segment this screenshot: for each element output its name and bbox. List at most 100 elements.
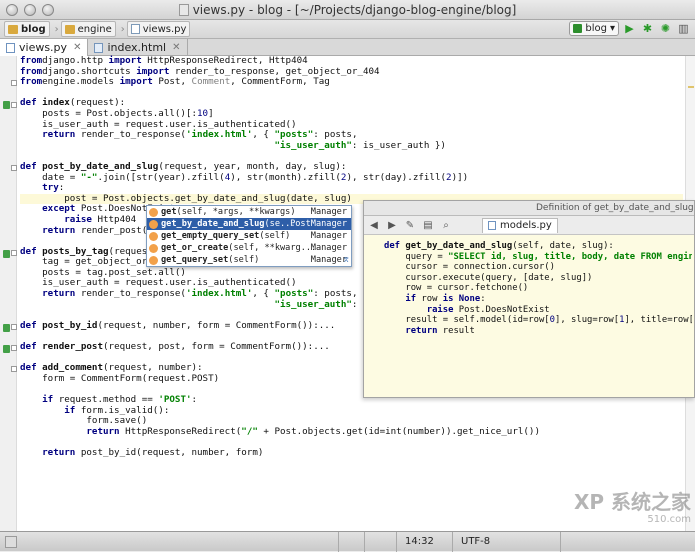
code-line[interactable]: result = self.model(id=row[0], slug=row[…: [384, 315, 692, 326]
code-token: result = self.model(id=row[: [384, 315, 550, 325]
find-usages-icon[interactable]: ⌕: [440, 219, 452, 231]
zoom-window-button[interactable]: [42, 4, 54, 16]
completion-owner: PostManager: [290, 219, 347, 229]
profile-icon[interactable]: ✺: [658, 21, 673, 36]
code-token: cursor.execute(query, [date, slug]): [384, 273, 592, 283]
show-source-icon[interactable]: ▤: [422, 219, 434, 231]
close-window-button[interactable]: [6, 4, 18, 16]
completion-item[interactable]: get_by_date_and_slug(se...PostManager: [147, 218, 351, 230]
definition-code: def get_by_date_and_slug(self, date, slu…: [384, 241, 692, 336]
code-line[interactable]: if row is None:: [384, 294, 692, 305]
code-token: ), str(day).zfill(: [346, 172, 446, 183]
code-token: "posts": [275, 129, 314, 140]
code-token: is_user_auth = request.user.is_authentic…: [20, 119, 297, 130]
minimize-window-button[interactable]: [24, 4, 36, 16]
run-gutter-icon[interactable]: [3, 324, 10, 332]
code-token: (request, number, form = CommentForm()):…: [97, 320, 335, 331]
code-line[interactable]: raise Post.DoesNotExist: [384, 305, 692, 316]
code-token: post_by_id(request, number, form): [75, 447, 263, 458]
scroll-marker[interactable]: [688, 86, 694, 88]
code-line[interactable]: cursor = connection.cursor(): [384, 262, 692, 273]
code-token: index: [42, 97, 70, 108]
code-line[interactable]: return HttpResponseRedirect("/" + Post.o…: [20, 427, 683, 438]
code-token: return: [20, 129, 75, 140]
tab-index-html[interactable]: index.html✕: [88, 39, 187, 56]
python-file-icon: [131, 24, 140, 34]
status-lock[interactable]: [560, 532, 600, 552]
code-token: from: [20, 55, 42, 66]
completion-item[interactable]: get_empty_query_set(self)Manager: [147, 230, 351, 242]
code-token: form.save(): [20, 415, 147, 426]
fold-toggle-icon[interactable]: [11, 102, 17, 108]
forward-icon[interactable]: ▶: [386, 219, 398, 231]
fold-toggle-icon[interactable]: [11, 345, 17, 351]
code-line[interactable]: return result: [384, 326, 692, 337]
code-completion-popup: get(self, *args, **kwargs)Managerget_by_…: [146, 205, 352, 267]
file-encoding[interactable]: UTF-8: [452, 532, 512, 552]
breadcrumb-views-py[interactable]: views.py: [127, 21, 191, 37]
method-icon: [149, 220, 158, 229]
pin-icon[interactable]: ⌆: [344, 255, 349, 265]
editor-gutter: [0, 56, 17, 531]
code-token: HttpResponseRedirect(: [120, 426, 242, 437]
fold-toggle-icon[interactable]: [11, 165, 17, 171]
completion-owner: Manager: [311, 207, 347, 217]
completion-item[interactable]: get_query_set(self)Manager: [147, 254, 351, 266]
code-token: 'index.html': [186, 288, 252, 299]
caret-position[interactable]: 14:32: [396, 532, 442, 552]
fold-toggle-icon[interactable]: [11, 324, 17, 330]
code-line[interactable]: "is_user_auth": is_user_auth }): [20, 141, 683, 152]
code-line[interactable]: row = cursor.fetchone(): [384, 283, 692, 294]
edit-source-icon[interactable]: ✎: [404, 219, 416, 231]
breadcrumb-blog[interactable]: blog: [4, 21, 50, 37]
completion-item[interactable]: get(self, *args, **kwargs)Manager: [147, 206, 351, 218]
code-editor[interactable]: fromdjango.http import HttpResponseRedir…: [0, 56, 695, 531]
code-token: HttpResponseRedirect, Http404: [142, 55, 308, 66]
method-icon: [149, 244, 158, 253]
code-line[interactable]: fromengine.models import Post, Comment, …: [20, 77, 683, 88]
fold-toggle-icon[interactable]: [11, 366, 17, 372]
close-tab-icon[interactable]: ✕: [73, 42, 81, 53]
run-gutter-icon[interactable]: [3, 250, 10, 258]
completion-name: get_or_create: [161, 243, 228, 253]
code-token: .join([str(year).zfill(: [97, 172, 224, 183]
code-line[interactable]: def get_by_date_and_slug(self, date, slu…: [384, 241, 692, 252]
code-line[interactable]: cursor.execute(query, [date, slug]): [384, 273, 692, 284]
run-configuration-select[interactable]: blog▾: [569, 21, 619, 36]
definition-file-tab[interactable]: models.py: [482, 218, 558, 233]
completion-owner: Manager: [311, 255, 347, 265]
code-token: import: [120, 76, 153, 87]
code-token: render_to_response(: [75, 129, 186, 140]
debug-icon[interactable]: ✱: [640, 21, 655, 36]
code-token: return: [20, 225, 75, 236]
code-token: "-": [81, 172, 98, 183]
window-titlebar: views.py - blog - [~/Projects/django-blo…: [0, 0, 695, 20]
vcs-icon[interactable]: ▥: [676, 21, 691, 36]
code-token: django.shortcuts: [42, 66, 136, 77]
completion-signature: (self, *args, **kwargs): [177, 207, 296, 217]
run-icon[interactable]: ▶: [622, 21, 637, 36]
completion-item[interactable]: get_or_create(self, **kwarg...Manager: [147, 242, 351, 254]
code-line[interactable]: query = "SELECT id, slug, title, body, d…: [384, 252, 692, 263]
breadcrumb-engine[interactable]: engine: [61, 21, 116, 37]
run-gutter-icon[interactable]: [3, 345, 10, 353]
code-token: return: [20, 288, 75, 299]
code-token: 'POST': [158, 394, 191, 405]
tool-windows-icon[interactable]: [5, 536, 17, 548]
code-token: django.http: [42, 55, 108, 66]
fold-toggle-icon[interactable]: [11, 80, 17, 86]
tab-views-py[interactable]: views.py✕: [0, 39, 88, 56]
code-token: [20, 299, 274, 310]
back-icon[interactable]: ◀: [368, 219, 380, 231]
code-token: if: [384, 294, 416, 304]
code-token: is None: [443, 294, 480, 304]
code-token: from: [20, 66, 42, 77]
python-file-icon: [488, 221, 496, 230]
run-gutter-icon[interactable]: [3, 101, 10, 109]
code-token: : is_user_auth }): [352, 140, 446, 151]
fold-toggle-icon[interactable]: [11, 250, 17, 256]
close-tab-icon[interactable]: ✕: [172, 42, 180, 53]
code-line[interactable]: return post_by_id(request, number, form): [20, 448, 683, 459]
code-token: is_user_auth = request.user.is_authentic…: [20, 277, 297, 288]
code-line[interactable]: date = "-".join([str(year).zfill(4), str…: [20, 173, 683, 184]
